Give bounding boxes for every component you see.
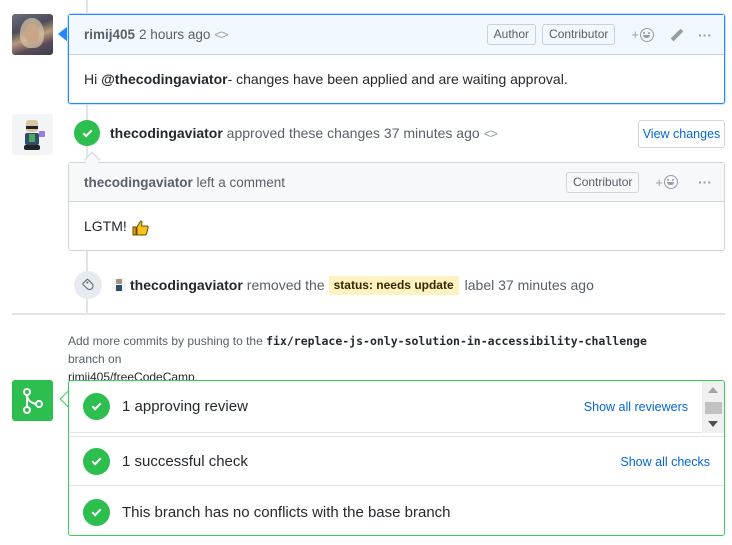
merge-row-title: This branch has no conflicts with the ba… (122, 503, 451, 521)
more-options-icon[interactable]: ··· (698, 27, 712, 43)
comment-header: rimij405 2 hours ago <> Author Contribut… (69, 15, 724, 55)
timeline-line (86, 0, 88, 14)
tag-icon-badge (74, 271, 102, 299)
code-brackets-icon: <> (483, 126, 498, 141)
show-all-reviewers-link[interactable]: Show all reviewers (584, 400, 688, 414)
branch-name: fix/replace-js-only-solution-in-accessib… (266, 334, 647, 348)
plus-icon: + (655, 174, 663, 190)
comment-author-name[interactable]: thecodingaviator (84, 175, 193, 190)
comment-author[interactable]: rimij405 (84, 27, 135, 42)
comment-rimij405: rimij405 2 hours ago <> Author Contribut… (68, 14, 725, 104)
add-reaction-button[interactable]: + (631, 27, 654, 42)
reviewer-name[interactable]: thecodingaviator (110, 125, 223, 141)
comment-text: Hi (84, 71, 98, 87)
merge-status-box: 1 approving review Show all reviewers 1 … (68, 380, 725, 536)
comment-body: LGTM! (69, 202, 724, 250)
comment-text: - changes have been applied and are wait… (227, 71, 568, 87)
user-mention[interactable]: @thecodingaviator (101, 71, 227, 87)
comment-text: LGTM! (84, 218, 127, 234)
actor-name[interactable]: thecodingaviator (130, 277, 243, 293)
merge-row-title: 1 approving review (122, 398, 248, 415)
smiley-icon (664, 175, 678, 189)
scrollbar[interactable] (702, 381, 724, 433)
check-circle-icon (83, 448, 110, 475)
timeline-divider (12, 313, 725, 315)
comment-body: Hi @thecodingaviator - changes have been… (69, 55, 724, 103)
merge-row-checks: 1 successful check Show all checks (69, 438, 724, 486)
avatar-thecodingaviator-small[interactable] (112, 278, 126, 292)
push-hint: Add more commits by pushing to the fix/r… (68, 334, 647, 384)
thumbs-up-icon (132, 220, 149, 236)
comment-timestamp[interactable]: 2 hours ago (139, 27, 210, 42)
smiley-icon (640, 27, 654, 42)
add-reaction-button[interactable]: + (655, 175, 678, 190)
edit-pencil-icon[interactable] (670, 28, 684, 42)
tag-icon (81, 278, 95, 292)
approved-check-icon (74, 120, 100, 146)
scroll-down-arrow-icon[interactable] (708, 421, 718, 427)
comment-actions: Author Contributor + ··· (486, 15, 712, 54)
view-changes-button[interactable]: View changes (638, 120, 725, 148)
scroll-up-arrow-icon[interactable] (708, 387, 718, 393)
label-removed-event: thecodingaviator removed the status: nee… (74, 271, 594, 299)
avatar-rimij405[interactable] (12, 14, 53, 55)
review-approved-event: thecodingaviator approved these changes … (74, 119, 498, 147)
scroll-thumb[interactable] (705, 402, 722, 414)
merge-row-reviews: 1 approving review Show all reviewers (69, 381, 702, 433)
comment-thecodingaviator: thecodingaviator left a comment Contribu… (68, 162, 725, 251)
check-circle-icon (83, 393, 110, 420)
issue-label-status-needs-update[interactable]: status: needs update (328, 275, 459, 295)
contributor-badge: Contributor (566, 171, 640, 193)
review-text: thecodingaviator approved these changes … (110, 125, 498, 141)
label-event-text: thecodingaviator removed the status: nee… (130, 275, 594, 295)
more-options-icon[interactable]: ··· (698, 174, 712, 190)
merge-status-icon-box (12, 380, 53, 421)
comment-actions: Contributor + ··· (566, 163, 712, 201)
comment-header: thecodingaviator left a comment Contribu… (69, 163, 724, 202)
row-separator (69, 433, 724, 437)
plus-icon: + (631, 27, 639, 42)
merge-row-conflicts: This branch has no conflicts with the ba… (69, 487, 724, 535)
author-badge: Author (486, 24, 537, 45)
comment-author: thecodingaviator left a comment (84, 174, 286, 190)
contributor-badge: Contributor (542, 24, 616, 45)
comment-caret (58, 26, 68, 42)
git-merge-icon (22, 387, 43, 414)
check-circle-icon (83, 498, 110, 526)
code-brackets-icon: <> (214, 27, 228, 42)
merge-row-title: 1 successful check (122, 453, 248, 470)
show-all-checks-link[interactable]: Show all checks (620, 455, 710, 469)
avatar-thecodingaviator[interactable] (12, 114, 53, 155)
